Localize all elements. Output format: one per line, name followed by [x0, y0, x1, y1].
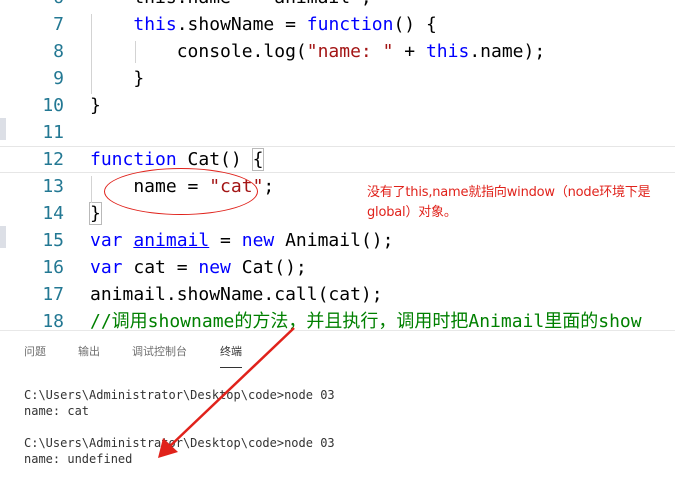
code-line[interactable]: 11: [0, 119, 675, 146]
code-token: new: [241, 230, 275, 251]
code-token: function: [90, 149, 177, 170]
code-text: //调用showname的方法，并且执行，调用时把Animail里面的show: [90, 308, 642, 330]
code-text: this.showName = function() {: [90, 11, 437, 38]
code-token: }: [89, 202, 102, 225]
code-line[interactable]: 17 animail.showName.call(cat);: [0, 281, 675, 308]
annotation-ellipse: [104, 168, 258, 215]
code-text: this.name = "animail";: [90, 0, 371, 11]
code-token: =: [209, 230, 242, 251]
code-editor[interactable]: 6 this.name = "animail";7 this.showName …: [0, 0, 675, 330]
terminal-line: C:\Users\Administrator\Desktop\code>node…: [24, 436, 335, 450]
tab-output[interactable]: 输出: [78, 343, 100, 359]
code-token: this.name = "animail";: [90, 0, 371, 8]
code-token: }: [90, 68, 145, 89]
code-token: var: [90, 230, 123, 251]
code-line[interactable]: 18 //调用showname的方法，并且执行，调用时把Animail里面的sho…: [0, 308, 675, 330]
line-number: 6: [0, 0, 64, 11]
code-token: function: [306, 14, 394, 35]
code-line[interactable]: 7 this.showName = function() {: [0, 11, 675, 38]
tab-terminal[interactable]: 终端: [220, 343, 242, 368]
indent-guide: [91, 14, 92, 94]
tab-debug-console[interactable]: 调试控制台: [132, 343, 187, 359]
code-token: animail: [133, 230, 210, 251]
terminal-output[interactable]: C:\Users\Administrator\Desktop\code>node…: [24, 387, 335, 467]
terminal-line: name: undefined: [24, 452, 133, 466]
line-number: 16: [42, 257, 64, 278]
code-token: //调用showname的方法，并且执行，调用时把Animail里面的show: [90, 311, 642, 330]
line-number: 10: [42, 95, 64, 116]
code-token: var: [90, 257, 123, 278]
code-text: var animail = new Animail();: [90, 227, 393, 254]
code-token: Animail();: [274, 230, 394, 251]
code-token: this: [425, 41, 470, 62]
code-token: }: [90, 95, 101, 116]
code-token: {: [251, 148, 265, 171]
panel-tab-bar: 问题 输出 调试控制台 终端: [0, 331, 675, 371]
line-number: 7: [53, 14, 64, 35]
line-number: 11: [42, 122, 64, 143]
code-token: "name: ": [306, 41, 394, 62]
code-line[interactable]: 10}: [0, 92, 675, 119]
line-number: 15: [42, 230, 64, 251]
code-token: .name);: [469, 41, 546, 62]
tab-problems[interactable]: 问题: [24, 343, 46, 359]
indent-guide: [91, 176, 92, 203]
code-token: ;: [263, 176, 275, 197]
line-number: 18: [42, 311, 64, 330]
code-text: }: [89, 200, 102, 227]
code-token: cat =: [122, 257, 199, 278]
terminal-line: C:\Users\Administrator\Desktop\code>node…: [24, 388, 335, 402]
code-token: this: [133, 14, 177, 35]
code-token: .showName =: [176, 14, 307, 35]
code-text: }: [90, 65, 144, 92]
terminal-line: name: cat: [24, 404, 90, 418]
line-number: 8: [53, 41, 64, 62]
line-number: 13: [42, 176, 64, 197]
code-text: var cat = new Cat();: [90, 254, 307, 281]
line-number: 14: [42, 203, 64, 224]
code-line[interactable]: 8 console.log("name: " + this.name);: [0, 38, 675, 65]
code-token: new: [198, 257, 231, 278]
code-line[interactable]: 15 var animail = new Animail();: [0, 227, 675, 254]
code-line[interactable]: 6 this.name = "animail";: [0, 0, 675, 11]
code-token: +: [393, 41, 426, 62]
line-number: 12: [42, 149, 64, 170]
code-token: () {: [393, 14, 437, 35]
code-text: }: [90, 92, 101, 119]
annotation-note: 没有了this,name就指向window（node环境下是global）对象。: [367, 185, 651, 220]
line-number: 17: [42, 284, 64, 305]
code-line[interactable]: 12 function Cat() {: [0, 146, 675, 173]
bottom-panel: 问题 输出 调试控制台 终端 C:\Users\Administrator\De…: [0, 330, 675, 479]
code-line[interactable]: 16 var cat = new Cat();: [0, 254, 675, 281]
code-text: console.log("name: " + this.name);: [90, 38, 546, 65]
indent-guide: [135, 41, 136, 63]
code-token: Cat(): [176, 149, 253, 170]
line-number: 9: [53, 68, 64, 89]
code-text: animail.showName.call(cat);: [90, 281, 383, 308]
code-token: Cat();: [230, 257, 307, 278]
code-token: console.log(: [90, 41, 307, 62]
code-line[interactable]: 9 }: [0, 65, 675, 92]
code-token: animail.showName.call(cat);: [90, 284, 383, 305]
